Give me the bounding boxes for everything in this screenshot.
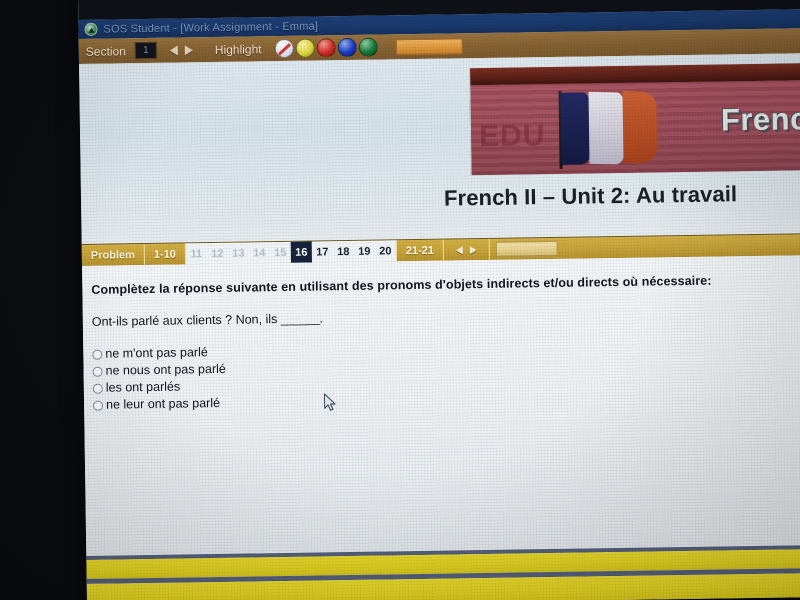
- question-sentence-after: .: [319, 311, 324, 326]
- screenshot-root: SOS Student - [Work Assignment - Emma] S…: [0, 0, 800, 600]
- problem-nav-arrows: [443, 238, 491, 261]
- answer-option-2-label: ne nous ont pas parlé: [105, 361, 226, 378]
- problem-number-14[interactable]: 14: [249, 242, 270, 263]
- flag-band-white: [588, 91, 626, 165]
- problem-label: Problem: [81, 244, 146, 266]
- answer-options-list: ne m'ont pas parlé ne nous ont pas parlé…: [92, 336, 800, 413]
- sos-logo-icon: [84, 22, 98, 36]
- course-title: French II – Unit 2: Au travail: [443, 181, 738, 211]
- highlight-blue-button[interactable]: [337, 37, 357, 58]
- highlight-swatch-group: [274, 37, 378, 59]
- question-prompt: Complètez la réponse suivante en utilisa…: [91, 273, 712, 297]
- problem-number-13[interactable]: 13: [228, 242, 249, 263]
- flag-band-blue: [560, 92, 592, 165]
- question-content-area: Complètez la réponse suivante en utilisa…: [82, 254, 800, 556]
- french-banner-image: EDU French: [469, 61, 800, 176]
- answer-option-1-label: ne m'ont pas parlé: [105, 345, 208, 361]
- problem-number-19[interactable]: 19: [354, 241, 375, 262]
- section-label: Section: [85, 43, 126, 59]
- problem-number-18[interactable]: 18: [333, 241, 354, 262]
- banner-heading: French: [720, 100, 800, 138]
- question-sentence-before: Ont-ils parlé aux clients ? Non, ils: [91, 312, 281, 329]
- radio-button-icon[interactable]: [92, 383, 103, 394]
- highlight-yellow-button[interactable]: [295, 38, 315, 58]
- problem-range-1-10[interactable]: 1-10: [144, 243, 187, 266]
- problem-number-17[interactable]: 17: [312, 241, 333, 262]
- problem-number-16[interactable]: 16: [290, 241, 313, 263]
- answer-option-4-label: ne leur ont pas parlé: [105, 395, 221, 412]
- question-sentence: Ont-ils parlé aux clients ? Non, ils ___…: [91, 304, 800, 329]
- toolbar-action-button[interactable]: [395, 37, 463, 55]
- radio-button-icon[interactable]: [92, 366, 103, 377]
- section-next-icon[interactable]: [184, 44, 193, 55]
- problem-number-11[interactable]: 11: [186, 243, 207, 264]
- answer-option-3-label: les ont parlés: [105, 379, 181, 395]
- question-blank: ______: [280, 311, 320, 327]
- section-nav-arrows: [169, 44, 193, 56]
- section-number-field[interactable]: 1: [134, 41, 157, 60]
- problem-action-button[interactable]: [495, 240, 559, 257]
- highlight-green-button[interactable]: [358, 37, 378, 57]
- french-flag-icon: [542, 89, 663, 169]
- radio-button-icon[interactable]: [92, 349, 103, 360]
- radio-button-icon[interactable]: [92, 400, 104, 411]
- problem-number-12[interactable]: 12: [207, 243, 228, 264]
- flag-band-red: [622, 90, 658, 165]
- problem-range-21-21[interactable]: 21-21: [396, 239, 445, 262]
- highlight-red-button[interactable]: [316, 38, 336, 58]
- problem-prev-icon[interactable]: [455, 245, 464, 254]
- banner-wall-text: EDU: [478, 119, 546, 154]
- problem-next-icon[interactable]: [469, 245, 478, 254]
- mouse-pointer-icon: [323, 393, 336, 411]
- highlight-none-button[interactable]: [274, 38, 294, 59]
- window-title: SOS Student - [Work Assignment - Emma]: [103, 19, 319, 36]
- section-prev-icon[interactable]: [169, 45, 178, 56]
- problem-number-15[interactable]: 15: [270, 242, 291, 263]
- problem-number-20[interactable]: 20: [375, 240, 396, 261]
- monitor-screen: SOS Student - [Work Assignment - Emma] S…: [78, 0, 800, 600]
- highlight-label: Highlight: [214, 41, 262, 57]
- course-banner-area: EDU French French II – Unit 2: Au travai…: [79, 53, 800, 244]
